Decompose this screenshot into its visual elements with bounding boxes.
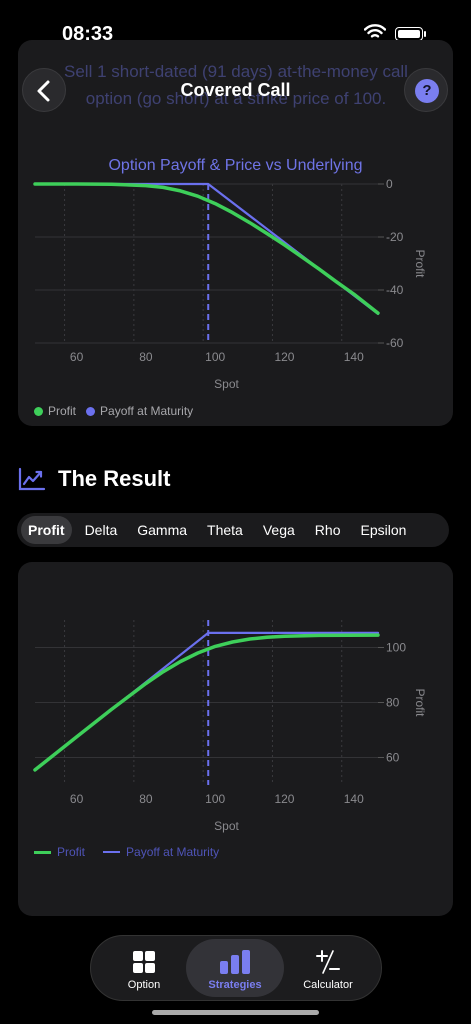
bottom-tab-bar: Option Strategies Calculator (90, 935, 382, 1001)
legend-label-payoff: Payoff at Maturity (126, 845, 220, 859)
tabbar-label-strategies: Strategies (208, 979, 262, 991)
tabbar-item-calculator[interactable]: Calculator (279, 939, 377, 997)
tabbar-label-calculator: Calculator (303, 979, 353, 991)
x-tick-label: 120 (274, 792, 294, 806)
y-tick-label: 100 (386, 641, 406, 655)
legend-item-profit[interactable]: Profit (34, 845, 85, 859)
x-tick-label: 100 (205, 792, 225, 806)
bar-chart-icon (220, 950, 250, 974)
x-axis-label: Spot (214, 819, 239, 833)
profit-line-icon (34, 850, 51, 854)
tabbar-label-option: Option (127, 979, 161, 991)
y-tick-label: 80 (386, 696, 400, 710)
home-indicator (152, 1010, 319, 1015)
payoff-line-icon (103, 851, 121, 853)
result-chart-legend: Profit Payoff at Maturity (34, 845, 229, 859)
legend-label-profit: Profit (57, 845, 86, 859)
x-tick-label: 80 (139, 792, 153, 806)
grid-icon (133, 951, 155, 973)
plus-minus-icon (316, 950, 340, 974)
tabbar-item-strategies[interactable]: Strategies (186, 939, 284, 997)
y-axis-label: Profit (413, 688, 427, 717)
x-tick-label: 140 (344, 792, 364, 806)
y-tick-label: 60 (386, 751, 400, 765)
result-chart-svg: 60 80 100 120 140 100 80 60 Spot Profit (33, 620, 427, 833)
x-tick-label: 60 (70, 792, 84, 806)
payoff-series-line (33, 631, 380, 771)
tabbar-item-option[interactable]: Option (95, 939, 193, 997)
legend-item-payoff[interactable]: Payoff at Maturity (103, 845, 219, 859)
